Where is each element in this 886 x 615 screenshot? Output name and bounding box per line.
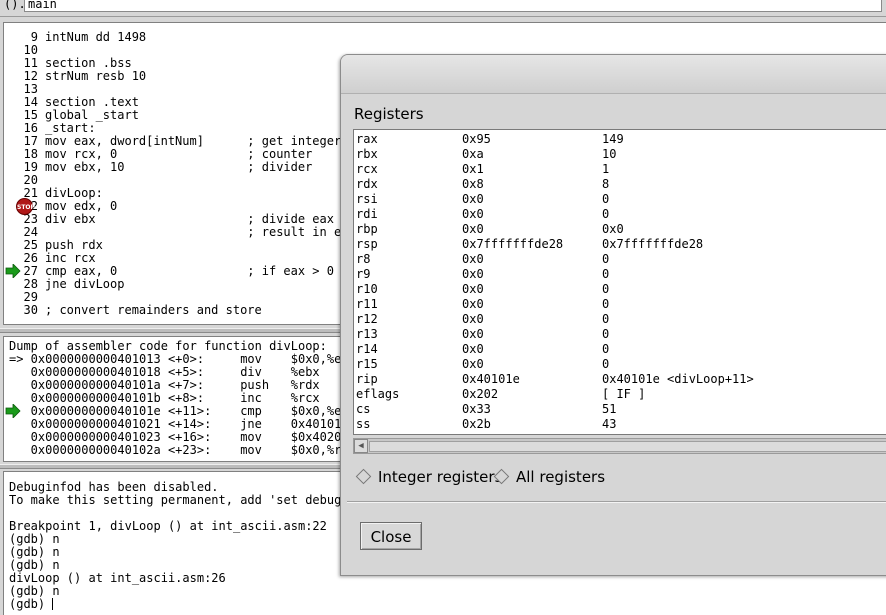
arg-label: (). xyxy=(4,0,26,11)
register-natural-value: 0 xyxy=(602,192,610,206)
register-natural-value: 0x0 xyxy=(602,222,624,236)
register-natural-value: 8 xyxy=(602,177,610,191)
all-registers-label: All registers xyxy=(516,468,606,486)
source-code: intNum dd 1498 xyxy=(45,30,147,44)
register-hex-value: 0x0 xyxy=(462,192,484,206)
register-hex-value: 0x2b xyxy=(462,417,491,431)
register-natural-value: 149 xyxy=(602,132,624,146)
register-hex-value: 0x0 xyxy=(462,327,484,341)
line-number[interactable]: 30 xyxy=(4,304,38,317)
separator xyxy=(347,501,886,503)
register-hex-value: 0x0 xyxy=(462,342,484,356)
register-natural-value: 0 xyxy=(602,342,610,356)
register-hex-value: 0x0 xyxy=(462,222,484,236)
register-natural-value: 43 xyxy=(602,417,617,431)
integer-registers-label: Integer registers xyxy=(378,468,503,486)
register-name: r8 xyxy=(356,252,371,266)
source-code: mov ebx, 10 ; divider xyxy=(45,160,313,174)
argument-bar: (). main xyxy=(0,0,886,17)
register-natural-value: 51 xyxy=(602,402,617,416)
registers-hscrollbar[interactable]: ◀ xyxy=(353,438,886,454)
register-natural-value: 0 xyxy=(602,312,610,326)
register-name: rip xyxy=(356,372,378,386)
register-name: rsp xyxy=(356,237,378,251)
breakpoint-stop-icon[interactable]: STOP xyxy=(16,198,35,215)
register-name: cs xyxy=(356,402,371,416)
register-hex-value: 0x8 xyxy=(462,177,484,191)
register-name: rax xyxy=(356,132,378,146)
register-name: r15 xyxy=(356,357,378,371)
asm-text: 0x000000000040102a <+23>: mov $0x0,%rdx xyxy=(9,443,356,457)
register-natural-value: 0x7fffffffde28 xyxy=(602,237,704,251)
register-hex-value: 0x1 xyxy=(462,162,484,176)
register-name: rbx xyxy=(356,147,378,161)
register-hex-value: 0x0 xyxy=(462,267,484,281)
register-name: rdx xyxy=(356,177,378,191)
register-natural-value: 10 xyxy=(602,147,617,161)
register-hex-value: 0x202 xyxy=(462,387,499,401)
register-natural-value: [ IF ] xyxy=(602,387,646,401)
register-natural-value: 0 xyxy=(602,267,610,281)
register-natural-value: 0x40101e <divLoop+11> xyxy=(602,372,754,386)
register-natural-value: 0 xyxy=(602,297,610,311)
registers-list[interactable]: rax 0x95 149 rbx 0xa 10 rcx 0x1 1 rdx 0x8 8 rsi 0x0 0 r… xyxy=(353,129,886,435)
scrollbar-thumb[interactable] xyxy=(369,441,886,452)
console-line: To make this setting permanent, add 'set… xyxy=(9,493,356,507)
register-name: r10 xyxy=(356,282,378,296)
register-name: r12 xyxy=(356,312,378,326)
register-name: rdi xyxy=(356,207,378,221)
register-hex-value: 0x0 xyxy=(462,282,484,296)
register-natural-value: 0 xyxy=(602,252,610,266)
register-name: rcx xyxy=(356,162,378,176)
source-code: jne divLoop xyxy=(45,277,125,291)
register-name: rsi xyxy=(356,192,378,206)
function-entry[interactable]: main xyxy=(24,0,882,12)
registers-titlebar[interactable] xyxy=(341,55,886,94)
register-natural-value: 0 xyxy=(602,282,610,296)
current-line-arrow-icon xyxy=(5,404,21,418)
register-name: rbp xyxy=(356,222,378,236)
register-natural-value: 1 xyxy=(602,162,610,176)
close-button[interactable]: Close xyxy=(360,522,422,550)
current-line-arrow-icon xyxy=(5,264,21,278)
register-name: eflags xyxy=(356,387,400,401)
register-hex-value: 0x33 xyxy=(462,402,491,416)
register-name: ss xyxy=(356,417,371,431)
registers-window: Registers rax 0x95 149 rbx 0xa 10 rcx 0x1 1 rdx 0x… xyxy=(340,54,886,576)
registers-heading: Registers xyxy=(354,105,424,123)
register-hex-value: 0x0 xyxy=(462,357,484,371)
register-hex-value: 0x0 xyxy=(462,252,484,266)
register-hex-value: 0x0 xyxy=(462,297,484,311)
source-code: ; convert remainders and store xyxy=(45,303,262,317)
register-hex-value: 0x40101e xyxy=(462,372,520,386)
register-hex-value: 0x95 xyxy=(462,132,491,146)
register-hex-value: 0xa xyxy=(462,147,484,161)
source-code: strNum resb 10 xyxy=(45,69,147,83)
register-name: r13 xyxy=(356,327,378,341)
register-name: r11 xyxy=(356,297,378,311)
radio-diamond-icon xyxy=(355,468,372,485)
register-natural-value: 0 xyxy=(602,357,610,371)
register-hex-value: 0x0 xyxy=(462,312,484,326)
console-line: (gdb) xyxy=(9,597,54,611)
register-natural-value: 0 xyxy=(602,207,610,221)
register-natural-value: 0 xyxy=(602,327,610,341)
register-hex-value: 0x0 xyxy=(462,207,484,221)
scroll-left-icon[interactable]: ◀ xyxy=(354,439,368,453)
text-cursor xyxy=(52,598,54,610)
register-name: r9 xyxy=(356,267,371,281)
register-name: r14 xyxy=(356,342,378,356)
register-hex-value: 0x7fffffffde28 xyxy=(462,237,564,251)
